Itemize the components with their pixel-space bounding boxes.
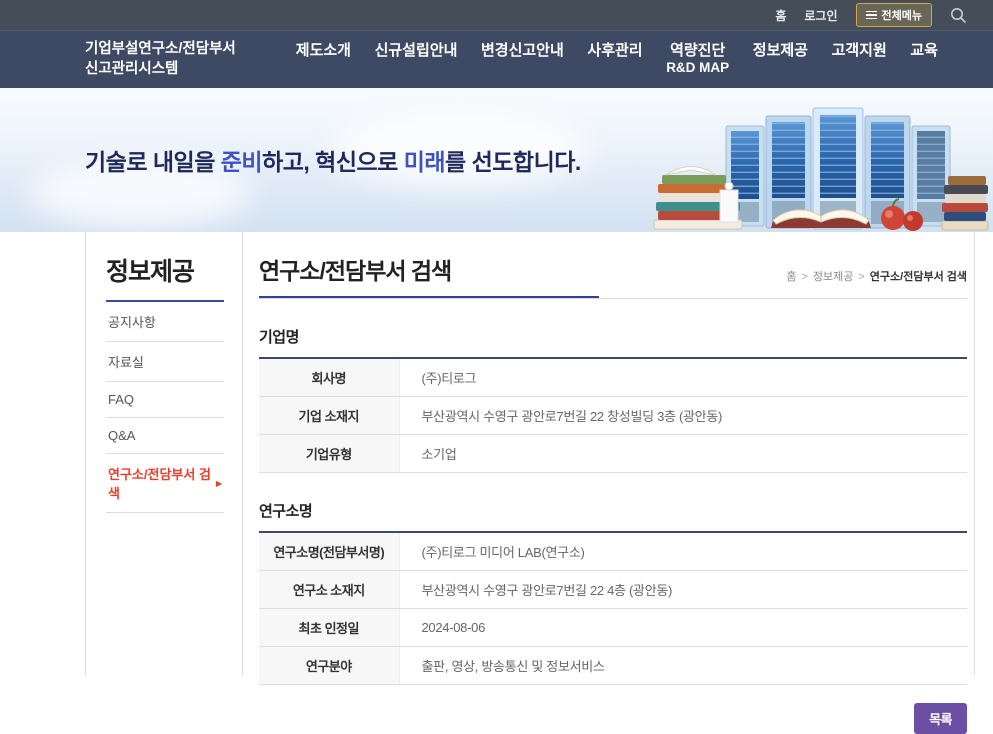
- hero-slogan: 기술로 내일을 준비하고, 혁신으로 미래를 선도합니다.: [85, 143, 581, 177]
- main-nav: 기업부설연구소/전담부서 신고관리시스템 제도소개 신규설립안내 변경신고안내 사후관…: [0, 30, 993, 88]
- table-row: 최초 인정일2024-08-06: [259, 609, 967, 647]
- table-row: 연구소 소재지부산광역시 수영구 광안로7번길 22 4층 (광안동): [259, 571, 967, 609]
- hero-accent-word: 준비: [221, 149, 262, 175]
- row-value: (주)티로그 미디어 LAB(연구소): [399, 532, 967, 571]
- nav-item-label: 신규설립안내: [375, 42, 458, 61]
- nav-item-5[interactable]: 역량진단R&D MAP: [666, 42, 729, 78]
- breadcrumb-item-2[interactable]: 정보제공: [813, 271, 853, 283]
- nav-item-label: R&D MAP: [666, 60, 729, 77]
- list-button[interactable]: 목록: [914, 703, 967, 734]
- sidebar: 정보제공 공지사항자료실 FAQ Q&A 연구소/전담부서 검색▶: [86, 232, 243, 675]
- site-logo[interactable]: 기업부설연구소/전담부서 신고관리시스템: [85, 40, 236, 78]
- info-table-2: 연구소명(전담부서명)(주)티로그 미디어 LAB(연구소)연구소 소재지부산광…: [259, 531, 967, 685]
- section-heading-1: 기업명: [259, 326, 967, 347]
- hero-text-part: 하고, 혁신으로: [262, 149, 404, 175]
- active-arrow-icon: ▶: [216, 479, 222, 488]
- sidebar-item-label: Q&A: [108, 428, 135, 443]
- search-icon[interactable]: [950, 7, 967, 24]
- breadcrumb-separator: >: [801, 271, 807, 283]
- row-value: 부산광역시 수영구 광안로7번길 22 창성빌딩 3층 (광안동): [399, 397, 967, 435]
- page-title: 연구소/전담부서 검색: [259, 252, 451, 296]
- sidebar-menu: 공지사항자료실 FAQ Q&A 연구소/전담부서 검색▶: [106, 302, 224, 513]
- breadcrumb-item-1[interactable]: 홈: [786, 271, 796, 283]
- row-value: 소기업: [399, 435, 967, 473]
- row-label: 기업 소재지: [259, 397, 399, 435]
- row-label: 회사명: [259, 358, 399, 397]
- all-menu-button[interactable]: 전체메뉴: [856, 3, 932, 27]
- sidebar-item-2[interactable]: 자료실: [106, 342, 224, 382]
- nav-item-label: 변경신고안내: [481, 42, 564, 61]
- top-utility-bar: 홈 로그인 전체메뉴: [0, 0, 993, 30]
- table-row: 기업유형소기업: [259, 435, 967, 473]
- hero-text-part: 를 선도합니다.: [445, 149, 581, 175]
- breadcrumb-item-3: 연구소/전담부서 검색: [870, 271, 967, 283]
- sidebar-item-5[interactable]: 연구소/전담부서 검색▶: [106, 454, 224, 513]
- sidebar-title: 정보제공: [106, 252, 224, 302]
- logo-line1: 기업부설연구소/전담부서: [85, 40, 236, 59]
- nav-item-7[interactable]: 고객지원: [832, 42, 887, 78]
- nav-item-1[interactable]: 제도소개: [296, 42, 351, 78]
- row-label: 최초 인정일: [259, 609, 399, 647]
- nav-item-label: 사후관리: [587, 42, 642, 61]
- content-wrapper: 정보제공 공지사항자료실FAQQ&A연구소/전담부서 검색▶ 연구소/전담부서 …: [85, 232, 975, 675]
- row-label: 연구분야: [259, 647, 399, 685]
- sidebar-item-label: 연구소/전담부서 검색: [108, 464, 216, 502]
- nav-item-6[interactable]: 정보제공: [753, 42, 808, 78]
- nav-item-label: 교육: [910, 42, 938, 61]
- nav-item-label: 고객지원: [832, 42, 887, 61]
- sidebar-item-label: 자료실: [108, 352, 144, 371]
- hero-illustration-servers-books: [646, 90, 991, 232]
- detail-sections: 기업명회사명(주)티로그기업 소재지부산광역시 수영구 광안로7번길 22 창성…: [259, 326, 967, 685]
- row-label: 연구소 소재지: [259, 571, 399, 609]
- table-row: 기업 소재지부산광역시 수영구 광안로7번길 22 창성빌딩 3층 (광안동): [259, 397, 967, 435]
- row-label: 기업유형: [259, 435, 399, 473]
- table-row: 연구분야출판, 영상, 방송통신 및 정보서비스: [259, 647, 967, 685]
- nav-item-label: 정보제공: [753, 42, 808, 61]
- nav-item-8[interactable]: 교육: [910, 42, 938, 78]
- row-value: 출판, 영상, 방송통신 및 정보서비스: [399, 647, 967, 685]
- hero-accent-word: 미래: [404, 149, 445, 175]
- sidebar-item-label: FAQ: [108, 392, 134, 407]
- nav-item-3[interactable]: 변경신고안내: [481, 42, 564, 78]
- nav-item-2[interactable]: 신규설립안내: [375, 42, 458, 78]
- nav-menu: 제도소개 신규설립안내 변경신고안내 사후관리 역량진단R&D MAP 정보제공 고객지원 교…: [296, 42, 938, 78]
- hero-text-part: 기술로 내일을: [85, 149, 221, 175]
- breadcrumb-separator: >: [858, 271, 864, 283]
- sidebar-item-1[interactable]: 공지사항: [106, 302, 224, 342]
- table-row: 회사명(주)티로그: [259, 358, 967, 397]
- table-row: 연구소명(전담부서명)(주)티로그 미디어 LAB(연구소): [259, 532, 967, 571]
- row-label: 연구소명(전담부서명): [259, 532, 399, 571]
- row-value: 부산광역시 수영구 광안로7번길 22 4층 (광안동): [399, 571, 967, 609]
- login-link[interactable]: 로그인: [804, 7, 837, 24]
- sidebar-item-4[interactable]: Q&A: [106, 418, 224, 454]
- sidebar-item-label: 공지사항: [108, 312, 156, 331]
- breadcrumb: 홈 > 정보제공 > 연구소/전담부서 검색: [786, 268, 967, 296]
- home-link[interactable]: 홈: [775, 7, 786, 24]
- main-content: 연구소/전담부서 검색 홈>정보제공>연구소/전담부서 검색 기업명회사명(주)…: [243, 232, 974, 675]
- section-heading-2: 연구소명: [259, 500, 967, 521]
- nav-item-label: 제도소개: [296, 42, 351, 61]
- nav-item-label: 역량진단: [666, 42, 729, 61]
- hamburger-icon: [866, 11, 877, 20]
- row-value: 2024-08-06: [399, 609, 967, 647]
- info-table-1: 회사명(주)티로그기업 소재지부산광역시 수영구 광안로7번길 22 창성빌딩 …: [259, 357, 967, 473]
- hero-banner: 기술로 내일을 준비하고, 혁신으로 미래를 선도합니다.: [0, 88, 993, 232]
- sidebar-item-3[interactable]: FAQ: [106, 382, 224, 418]
- title-underline: [259, 296, 967, 299]
- nav-item-4[interactable]: 사후관리: [587, 42, 642, 78]
- logo-line2: 신고관리시스템: [85, 60, 236, 79]
- row-value: (주)티로그: [399, 358, 967, 397]
- all-menu-label: 전체메뉴: [882, 7, 922, 23]
